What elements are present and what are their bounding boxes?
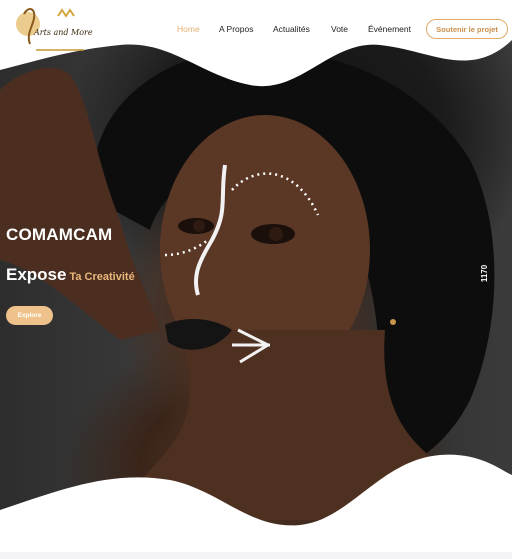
arts-and-more-logo-icon[interactable]: Arts and More: [14, 6, 93, 54]
support-project-button[interactable]: Soutenir le projet: [426, 19, 508, 39]
side-counter-value: 1170: [480, 264, 490, 282]
nav-a-propos[interactable]: A Propos: [219, 24, 254, 34]
hero-subtitle-main: Expose: [6, 265, 67, 284]
hero-title: COMAMCAM: [6, 225, 113, 244]
hero-subtitle: Expose Ta Creativité: [6, 265, 135, 285]
nav-actualites[interactable]: Actualités: [273, 24, 310, 34]
top-navigation: Arts and More Home A Propos Actualités V…: [0, 0, 512, 60]
nav-evenement[interactable]: Événement: [368, 24, 411, 34]
nav-vote[interactable]: Vote: [331, 24, 348, 34]
bottom-strip: [0, 552, 512, 559]
side-counter: 1170: [476, 258, 494, 288]
logo-text: Arts and More: [34, 28, 93, 37]
nav-home[interactable]: Home: [177, 24, 200, 34]
explore-button[interactable]: Explore: [6, 306, 53, 325]
hero-subtitle-accent: Ta Creativité: [69, 271, 135, 283]
